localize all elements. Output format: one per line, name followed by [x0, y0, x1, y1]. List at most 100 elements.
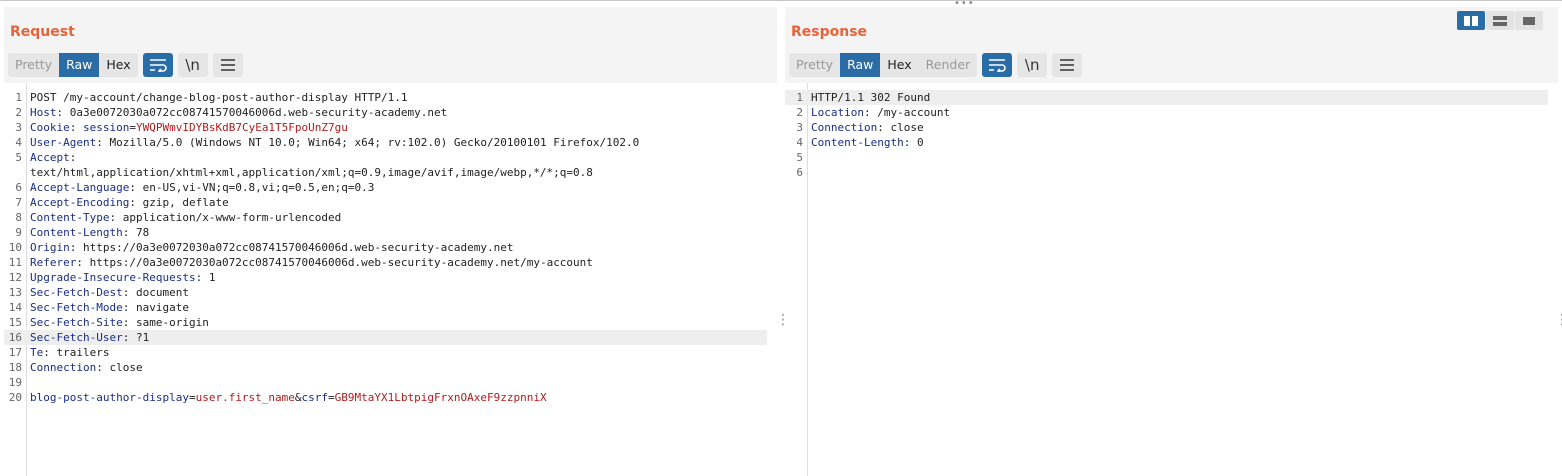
tab-render[interactable]: Render — [919, 53, 978, 77]
body-token: = — [328, 391, 335, 404]
code-line[interactable]: 15 Sec-Fetch-Site: same-origin — [4, 315, 767, 330]
line-text: Content-Length: 78 — [30, 226, 150, 239]
line-number: 17 — [8, 346, 22, 359]
request-toolbar: Pretty Raw Hex \n — [8, 53, 243, 77]
code-line[interactable]: 12 Upgrade-Insecure-Requests: 1 — [4, 270, 767, 285]
layout-single-button[interactable] — [1515, 11, 1543, 30]
line-number: 4 — [15, 136, 22, 149]
body-token: & — [294, 391, 302, 404]
request-title: Request — [10, 24, 75, 40]
line-number: 2 — [796, 106, 803, 119]
line-text: Sec-Fetch-Dest: document — [30, 286, 189, 299]
line-text: Sec-Fetch-User: ?1 — [30, 331, 150, 344]
line-text: Upgrade-Insecure-Requests: 1 — [30, 271, 216, 284]
right-edge-handle[interactable]: ⋮ — [1555, 313, 1562, 327]
show-newlines-button[interactable]: \n — [1017, 53, 1048, 77]
menu-button[interactable] — [1052, 53, 1083, 77]
header-name: Origin — [30, 241, 70, 254]
line-text: text/html,application/xhtml+xml,applicat… — [30, 165, 593, 180]
header-value: /my-account — [877, 106, 951, 119]
code-line[interactable]: 3 Connection: close — [785, 120, 1548, 135]
layout-switcher — [1457, 11, 1544, 30]
header-name: Connection — [811, 121, 878, 134]
code-line[interactable]: 10 Origin: https://0a3e0072030a072cc08741… — [4, 240, 767, 255]
columns-icon — [1464, 11, 1478, 30]
line-number: 8 — [15, 211, 22, 224]
code-line[interactable]: 9 Content-Length: 78 — [4, 225, 767, 240]
line-text: Content-Length: 0 — [811, 136, 924, 149]
header-name: Host — [30, 106, 57, 119]
line-text: Accept: — [30, 151, 83, 164]
code-line[interactable]: 4 Content-Length: 0 — [785, 135, 1548, 150]
code-line[interactable]: 3 Cookie: session=YWQPWmvIDYBsKdB7CyEa1T5… — [4, 120, 767, 135]
layout-stacked-button[interactable] — [1486, 11, 1514, 30]
menu-button[interactable] — [212, 53, 243, 77]
single-pane-icon — [1522, 11, 1536, 30]
line-number: 6 — [15, 181, 22, 194]
wrap-lines-icon — [988, 58, 1006, 72]
tab-pretty[interactable]: Pretty — [789, 53, 840, 77]
code-line[interactable]: 2 Location: /my-account — [785, 105, 1548, 120]
code-line[interactable]: 2 Host: 0a3e0072030a072cc08741570046006d.… — [4, 105, 767, 120]
code-line[interactable]: 1 HTTP/1.1 302 Found — [785, 90, 1548, 105]
code-line[interactable]: 16 Sec-Fetch-User: ?1 — [4, 330, 767, 345]
show-newlines-button[interactable]: \n — [177, 53, 208, 77]
layout-side-by-side-button[interactable] — [1457, 11, 1485, 30]
response-editor[interactable]: 1 HTTP/1.1 302 Found 2 Location: /my-accoun… — [785, 83, 1558, 476]
line-text: Accept-Language: en-US,vi-VN;q=0.8,vi;q=… — [30, 181, 375, 194]
code-line[interactable]: 6 Accept-Language: en-US,vi-VN;q=0.8,vi;q… — [4, 180, 767, 195]
header-name: Connection — [30, 361, 97, 374]
code-line[interactable]: 13 Sec-Fetch-Dest: document — [4, 285, 767, 300]
header-name: Cookie — [30, 121, 70, 134]
code-line[interactable]: 6 — [785, 165, 1548, 180]
rows-icon — [1493, 11, 1507, 30]
tab-pretty[interactable]: Pretty — [8, 53, 59, 77]
header-name: Accept-Language — [30, 181, 130, 194]
code-line[interactable]: 5 Accept: — [4, 150, 767, 165]
wrap-lines-button[interactable] — [142, 53, 173, 77]
code-line[interactable]: 1 POST /my-account/change-blog-post-autho… — [4, 90, 767, 105]
tab-raw[interactable]: Raw — [59, 53, 100, 77]
newline-icon: \n — [185, 56, 200, 74]
code-line[interactable]: 14 Sec-Fetch-Mode: navigate — [4, 300, 767, 315]
header-name: Sec-Fetch-Site — [30, 316, 123, 329]
line-text: Connection: close — [811, 121, 924, 134]
line-number: 3 — [15, 121, 22, 134]
header-value: https://0a3e0072030a072cc08741570046006d… — [83, 241, 514, 254]
line-number: 2 — [15, 106, 22, 119]
wrap-lines-button[interactable] — [982, 53, 1013, 77]
code-line[interactable]: 5 — [785, 150, 1548, 165]
code-line[interactable]: 20 blog-post-author-display=user.first_na… — [4, 390, 767, 405]
header-name: Upgrade-Insecure-Requests — [30, 271, 196, 284]
line-text: User-Agent: Mozilla/5.0 (Windows NT 10.0… — [30, 136, 640, 149]
line-text: blog-post-author-display=user.first_name… — [30, 390, 547, 405]
header-name: Accept-Encoding — [30, 196, 130, 209]
code-line[interactable]: 18 Connection: close — [4, 360, 767, 375]
hamburger-menu-icon — [220, 59, 236, 71]
code-line[interactable]: 11 Referer: https://0a3e0072030a072cc0874… — [4, 255, 767, 270]
code-line[interactable]: 19 — [4, 375, 767, 390]
body-token: csrf — [301, 391, 329, 404]
code-line[interactable]: 4 User-Agent: Mozilla/5.0 (Windows NT 10.… — [4, 135, 767, 150]
line-text: POST /my-account/change-blog-post-author… — [30, 90, 408, 105]
line-text: Connection: close — [30, 361, 143, 374]
header-value: Mozilla/5.0 (Windows NT 10.0; Win64; x64… — [109, 136, 640, 149]
request-editor[interactable]: 1 POST /my-account/change-blog-post-autho… — [4, 83, 777, 476]
header-name: User-Agent — [30, 136, 97, 149]
tab-hex[interactable]: Hex — [99, 53, 137, 77]
header-value: HTTP/1.1 302 Found — [811, 91, 931, 104]
request-panel: Request Pretty Raw Hex \n 1 POST /my-acc… — [4, 7, 777, 476]
code-line[interactable]: 17 Te: trailers — [4, 345, 767, 360]
line-number: 19 — [8, 376, 22, 389]
tab-raw[interactable]: Raw — [840, 53, 881, 77]
code-line[interactable]: text/html,application/xhtml+xml,applicat… — [4, 165, 767, 180]
tab-hex[interactable]: Hex — [880, 53, 918, 77]
line-text: Host: 0a3e0072030a072cc08741570046006d.w… — [30, 106, 448, 119]
line-text: Location: /my-account — [811, 106, 951, 119]
newline-icon: \n — [1024, 56, 1040, 74]
hamburger-menu-icon — [1059, 59, 1075, 71]
response-view-tabs: Pretty Raw Hex Render — [789, 53, 978, 77]
code-line[interactable]: 7 Accept-Encoding: gzip, deflate — [4, 195, 767, 210]
response-panel: Response Pretty Raw Hex Render \n 1 HTTP… — [785, 7, 1558, 476]
code-line[interactable]: 8 Content-Type: application/x-www-form-ur… — [4, 210, 767, 225]
